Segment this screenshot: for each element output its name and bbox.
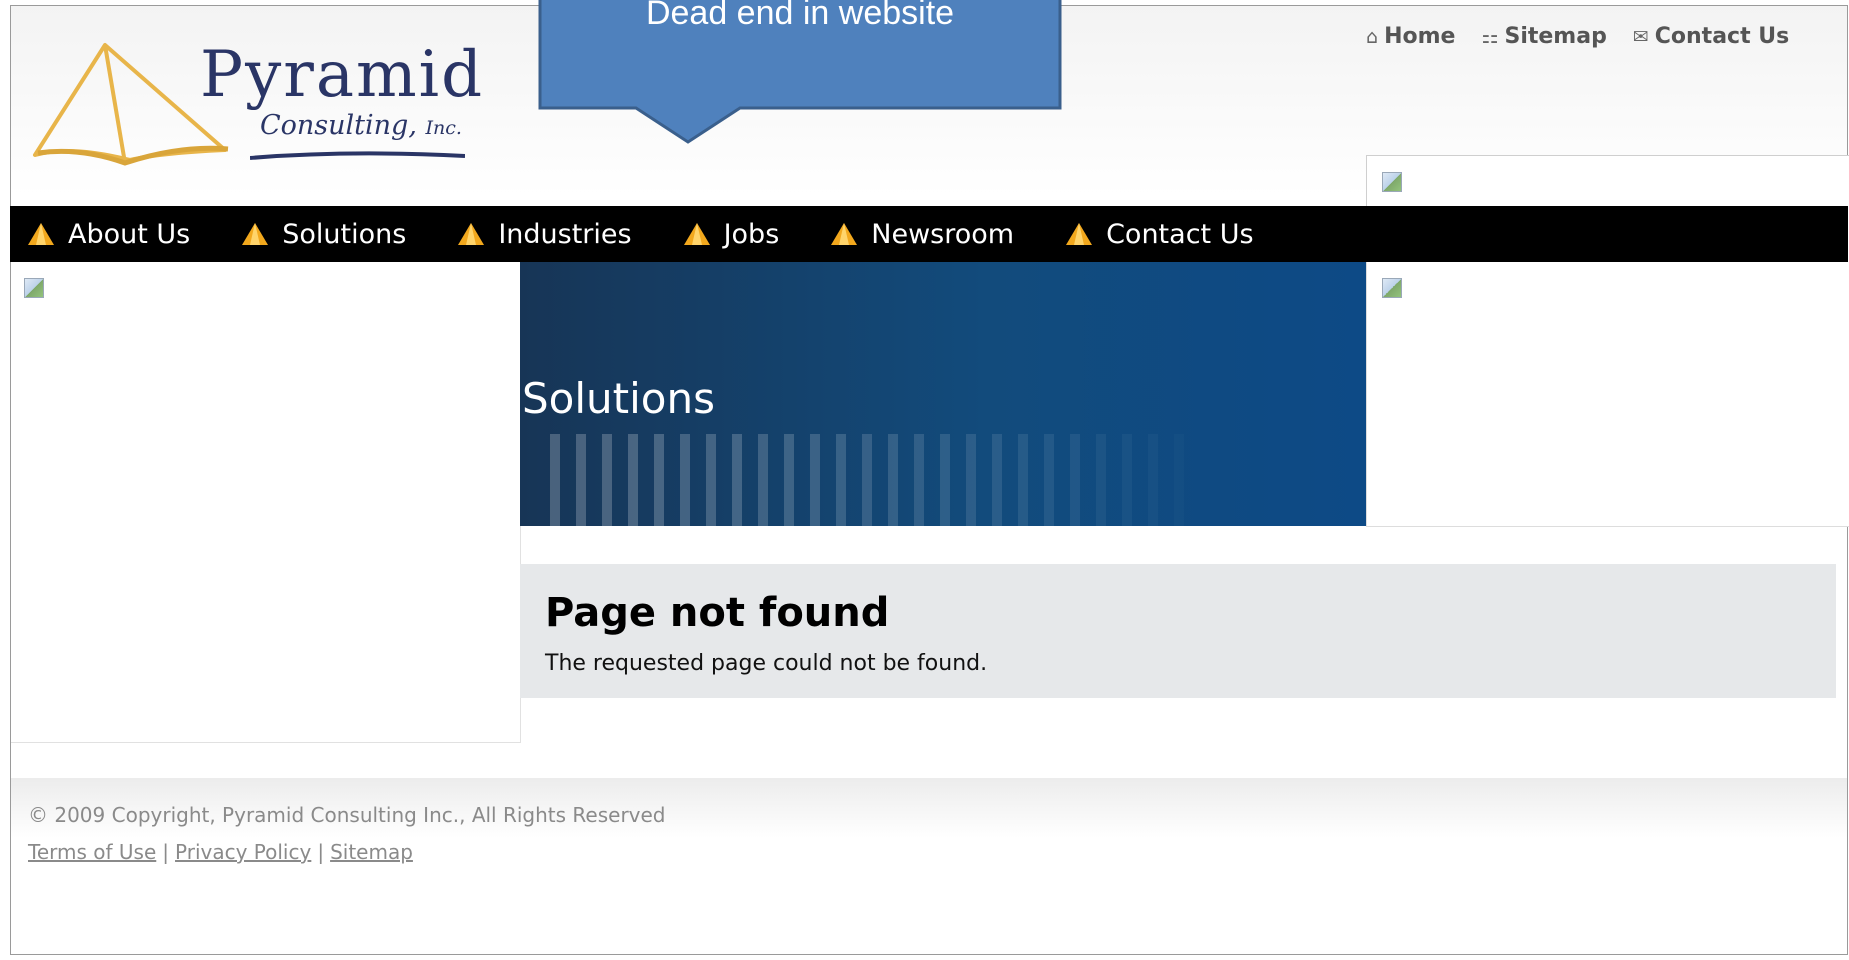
nav-label: Contact Us [1106, 218, 1254, 250]
nav-bar-right-segment [1366, 206, 1848, 262]
sitemap-icon: ⚏ [1481, 25, 1499, 48]
logo-subtitle-text: Consulting, [260, 110, 417, 141]
nav-label: About Us [68, 218, 191, 250]
util-link-label: Contact Us [1654, 24, 1790, 49]
pyramid-bullet-icon [458, 223, 485, 245]
nav-label: Newsroom [871, 218, 1015, 250]
footer-separator: | [162, 840, 170, 864]
util-link-contact[interactable]: ✉ Contact Us [1633, 24, 1789, 49]
page-title: Page not found [545, 590, 890, 636]
nav-item-about-us[interactable]: About Us [26, 219, 190, 250]
nav-item-newsroom[interactable]: Newsroom [829, 219, 1014, 250]
util-link-label: Home [1384, 24, 1456, 49]
nav-item-contact-us[interactable]: Contact Us [1064, 218, 1254, 250]
callout-label: Dead end in website [645, 0, 955, 32]
main-nav: About Us Solutions Industries Jobs Newsr… [10, 206, 1366, 262]
pyramid-bullet-icon [831, 223, 858, 245]
footer-link-sitemap[interactable]: Sitemap [330, 840, 413, 864]
footer-links: Terms of Use | Privacy Policy | Sitemap [28, 840, 413, 864]
util-link-label: Sitemap [1504, 24, 1607, 49]
pyramid-bullet-icon [28, 223, 54, 245]
logo-subtitle-inc: Inc. [425, 117, 462, 139]
broken-image-icon [24, 278, 44, 298]
util-link-sitemap[interactable]: ⚏ Sitemap [1481, 24, 1606, 49]
pyramid-bullet-icon [242, 223, 269, 245]
logo-wordmark: Pyramid [200, 38, 485, 112]
nav-item-solutions[interactable]: Solutions [240, 219, 406, 250]
utility-nav: ⌂ Home ⚏ Sitemap ✉ Contact Us [1366, 24, 1789, 49]
footer-link-privacy[interactable]: Privacy Policy [175, 840, 311, 864]
broken-image-icon [1382, 172, 1402, 192]
nav-item-industries[interactable]: Industries [456, 218, 632, 250]
nav-label: Jobs [723, 218, 780, 250]
envelope-icon: ✉ [1632, 25, 1649, 48]
banner-title: Solutions [522, 374, 715, 423]
pyramid-bullet-icon [683, 223, 710, 245]
left-sidebar [11, 262, 521, 743]
right-sidebar-box [1366, 262, 1849, 527]
nav-item-jobs[interactable]: Jobs [682, 218, 780, 250]
right-header-box [1366, 155, 1849, 208]
logo-subtitle: Consulting, Inc. [260, 110, 462, 141]
nav-label: Industries [498, 218, 632, 250]
pyramid-bullet-icon [1066, 223, 1093, 245]
footer-separator: | [317, 840, 325, 864]
error-message: The requested page could not be found. [545, 651, 988, 676]
logo-swoosh [250, 151, 465, 160]
banner-stripes [550, 434, 1132, 526]
copyright-text: © 2009 Copyright, Pyramid Consulting Inc… [28, 803, 666, 827]
broken-image-icon [1382, 278, 1402, 298]
nav-label: Solutions [282, 218, 407, 250]
util-link-home[interactable]: ⌂ Home [1366, 24, 1455, 49]
home-icon: ⌂ [1366, 25, 1379, 48]
footer-link-terms[interactable]: Terms of Use [28, 840, 156, 864]
